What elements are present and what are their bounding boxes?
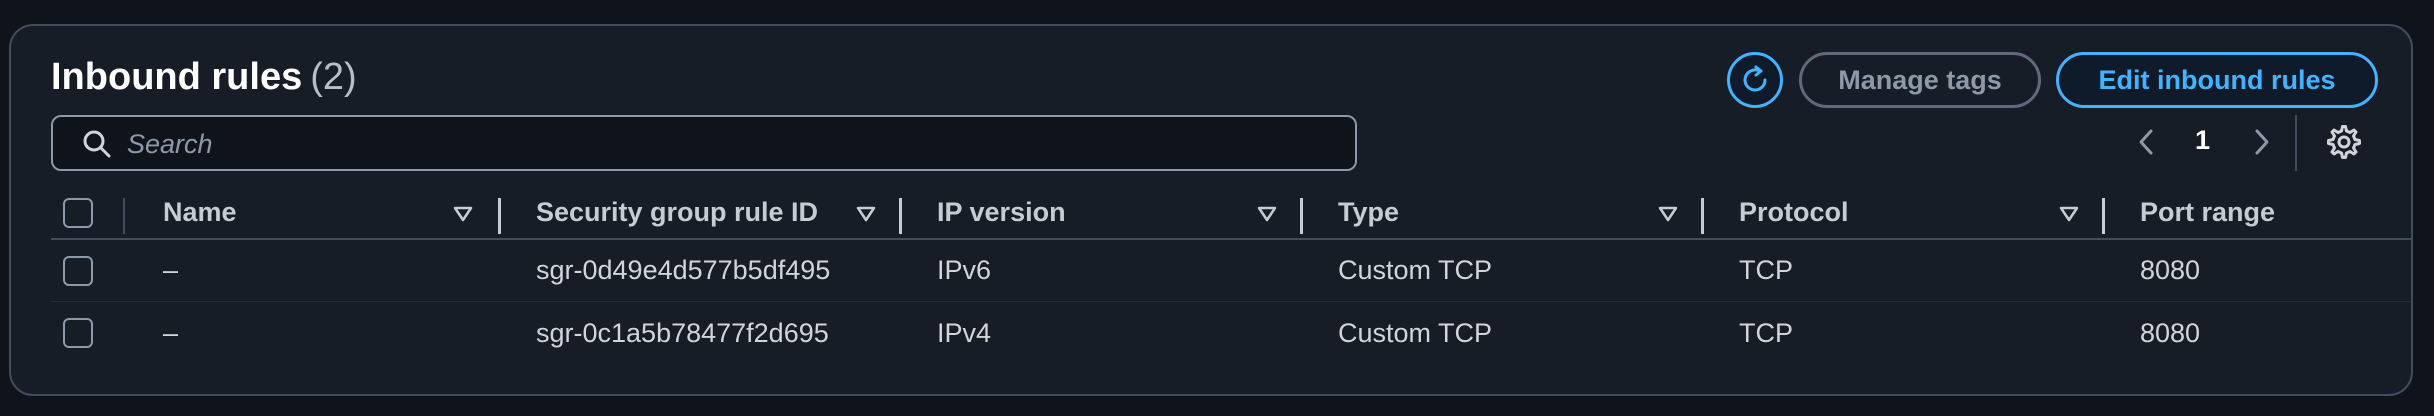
- edit-inbound-rules-button[interactable]: Edit inbound rules: [2056, 52, 2378, 108]
- table-row[interactable]: – sgr-0d49e4d577b5df495 IPv6 Custom TCP …: [51, 240, 2411, 302]
- cell-name: –: [163, 317, 179, 348]
- panel-title: Inbound rules (2): [51, 56, 357, 99]
- cell-type: Custom TCP: [1338, 255, 1493, 285]
- column-header-ip-version[interactable]: IP version: [937, 186, 1066, 238]
- sort-icon[interactable]: [1658, 206, 1678, 222]
- column-header-protocol[interactable]: Protocol: [1739, 186, 1849, 238]
- column-header-name[interactable]: Name: [163, 186, 237, 238]
- sort-icon[interactable]: [453, 206, 473, 222]
- cell-ip-version: IPv4: [937, 317, 992, 348]
- gear-icon[interactable]: [2326, 124, 2362, 160]
- column-resize-handle[interactable]: [1300, 198, 1303, 234]
- table-header: Name Security group rule ID IP version T…: [51, 186, 2411, 240]
- column-header-port-range[interactable]: Port range: [2140, 186, 2275, 238]
- column-resize-handle[interactable]: [1701, 198, 1704, 234]
- cell-protocol: TCP: [1739, 317, 1793, 348]
- pagination-divider: [2295, 115, 2297, 171]
- search-icon: [83, 130, 111, 158]
- cell-rule-id: sgr-0c1a5b78477f2d695: [536, 317, 829, 348]
- sort-icon[interactable]: [2059, 206, 2079, 222]
- manage-tags-button[interactable]: Manage tags: [1799, 52, 2041, 108]
- inbound-rules-table: Name Security group rule ID IP version T…: [51, 186, 2411, 364]
- select-all-checkbox[interactable]: [63, 198, 93, 228]
- cell-type: Custom TCP: [1338, 317, 1493, 348]
- cell-rule-id: sgr-0d49e4d577b5df495: [536, 255, 831, 285]
- column-divider: [123, 198, 125, 234]
- column-resize-handle[interactable]: [899, 198, 902, 234]
- previous-page-icon[interactable]: [2135, 125, 2159, 159]
- cell-port-range: 8080: [2140, 317, 2201, 348]
- search-box[interactable]: [51, 115, 1357, 171]
- refresh-button[interactable]: [1727, 52, 1783, 108]
- cell-protocol: TCP: [1739, 255, 1793, 285]
- row-select-checkbox[interactable]: [63, 318, 93, 348]
- search-input[interactable]: [127, 125, 1327, 163]
- cell-name: –: [163, 255, 179, 285]
- current-page-number[interactable]: 1: [2195, 125, 2210, 156]
- column-resize-handle[interactable]: [2102, 198, 2105, 234]
- row-select-checkbox[interactable]: [63, 256, 93, 286]
- cell-port-range: 8080: [2140, 255, 2201, 285]
- sort-icon[interactable]: [856, 206, 876, 222]
- refresh-icon: [1743, 65, 1767, 92]
- next-page-icon[interactable]: [2249, 125, 2273, 159]
- column-header-rule-id[interactable]: Security group rule ID: [536, 186, 818, 238]
- column-header-type[interactable]: Type: [1338, 186, 1399, 238]
- sort-icon[interactable]: [1257, 206, 1277, 222]
- table-row[interactable]: – sgr-0c1a5b78477f2d695 IPv4 Custom TCP …: [51, 302, 2411, 364]
- rule-count: (2): [310, 56, 357, 98]
- inbound-rules-panel: Inbound rules (2) Manage tags Edit inboun…: [9, 24, 2413, 396]
- column-resize-handle[interactable]: [498, 198, 501, 234]
- cell-ip-version: IPv6: [937, 255, 992, 285]
- panel-title-text: Inbound rules: [51, 56, 303, 98]
